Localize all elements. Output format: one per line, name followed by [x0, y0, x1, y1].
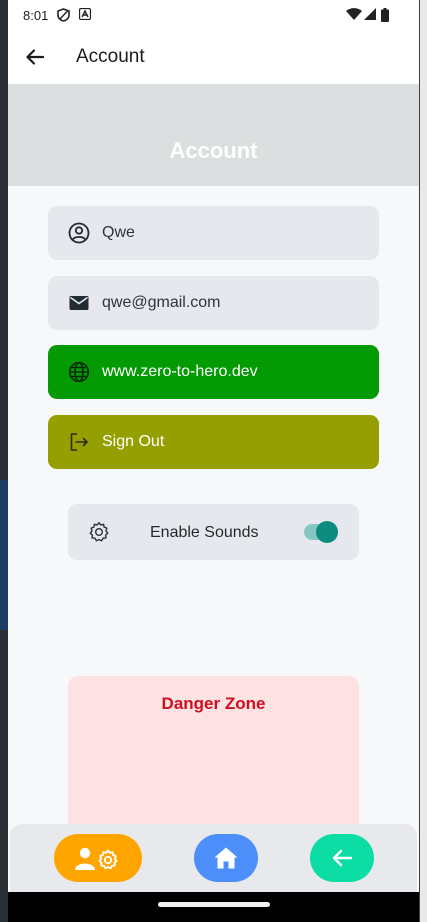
globe-icon — [68, 361, 90, 383]
gesture-bar — [8, 892, 419, 922]
mail-icon — [69, 296, 89, 310]
phone-screen: 8:01 Account Account Qwe qwe@gmail.com w… — [8, 0, 419, 922]
name-field[interactable]: Qwe — [48, 206, 379, 260]
sign-out-button[interactable]: Sign Out — [48, 415, 379, 469]
email-value: qwe@gmail.com — [102, 294, 221, 311]
profile-settings-icon — [75, 847, 118, 870]
home-indicator[interactable] — [158, 902, 270, 907]
bottom-nav — [10, 824, 417, 892]
back-arrow-icon[interactable] — [22, 44, 48, 70]
account-banner: Account — [8, 84, 419, 186]
nav-home-button[interactable] — [194, 834, 258, 882]
shield-icon — [57, 8, 70, 22]
banner-title: Account — [169, 138, 258, 163]
sign-out-label: Sign Out — [102, 433, 165, 450]
status-bar: 8:01 — [8, 0, 419, 30]
gear-icon — [89, 521, 109, 542]
website-button[interactable]: www.zero-to-hero.dev — [48, 345, 379, 399]
wifi-icon — [346, 8, 362, 20]
enable-sounds-label: Enable Sounds — [150, 524, 259, 541]
device-frame: 8:01 Account Account Qwe qwe@gmail.com w… — [0, 0, 427, 922]
website-value: www.zero-to-hero.dev — [102, 363, 258, 380]
right-edge — [420, 0, 427, 922]
signal-icon — [364, 8, 376, 20]
name-value: Qwe — [102, 224, 135, 241]
status-time: 8:01 — [23, 8, 49, 23]
danger-zone-title: Danger Zone — [161, 694, 266, 713]
nav-back-button[interactable] — [310, 834, 374, 882]
app-bar-title: Account — [76, 46, 145, 67]
home-icon — [214, 847, 238, 869]
a-badge-icon — [79, 8, 91, 20]
enable-sounds-toggle-knob[interactable] — [316, 521, 338, 543]
left-edge-highlight — [0, 480, 8, 630]
arrow-left-icon — [332, 849, 353, 867]
app-bar: Account — [8, 30, 419, 84]
left-edge — [0, 0, 8, 922]
nav-profile-settings-button[interactable] — [54, 834, 142, 882]
logout-icon — [70, 433, 88, 451]
email-field[interactable]: qwe@gmail.com — [48, 276, 379, 330]
account-circle-icon — [68, 222, 90, 244]
battery-icon — [381, 8, 389, 22]
enable-sounds-row: Enable Sounds — [68, 504, 359, 560]
